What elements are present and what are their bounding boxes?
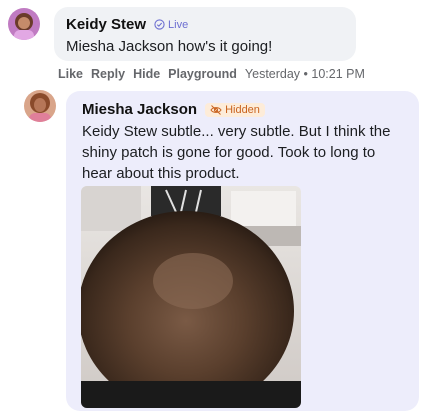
hide-button[interactable]: Hide [133, 67, 160, 81]
avatar-keidy-stew[interactable] [8, 8, 40, 40]
comment-actions: Like Reply Hide Playground Yesterday • 1… [58, 67, 365, 81]
playground-button[interactable]: Playground [168, 67, 237, 81]
live-badge: Live [154, 19, 188, 31]
check-circle-icon [154, 19, 165, 30]
comment-text: Miesha Jackson how's it going! [66, 38, 273, 55]
comment-author[interactable]: Keidy Stew [66, 16, 146, 33]
live-badge-label: Live [168, 18, 189, 31]
hidden-badge-label: Hidden [225, 103, 260, 116]
hidden-badge: Hidden [205, 102, 265, 117]
comment-bubble-miesha: Miesha Jackson Hidden Keidy Stew subtle.… [66, 91, 419, 411]
comment-text: Keidy Stew subtle... very subtle. But I … [82, 123, 391, 182]
avatar-miesha-jackson[interactable] [24, 90, 56, 122]
eye-off-icon [210, 104, 222, 115]
comment-timestamp[interactable]: Yesterday • 10:21 PM [245, 67, 365, 81]
comment-photo[interactable] [81, 186, 301, 408]
reply-button[interactable]: Reply [91, 67, 125, 81]
like-button[interactable]: Like [58, 67, 83, 81]
comment-bubble-keidy: Keidy Stew Live Miesha Jackson how's it … [54, 7, 356, 61]
comment-author[interactable]: Miesha Jackson [82, 101, 197, 118]
